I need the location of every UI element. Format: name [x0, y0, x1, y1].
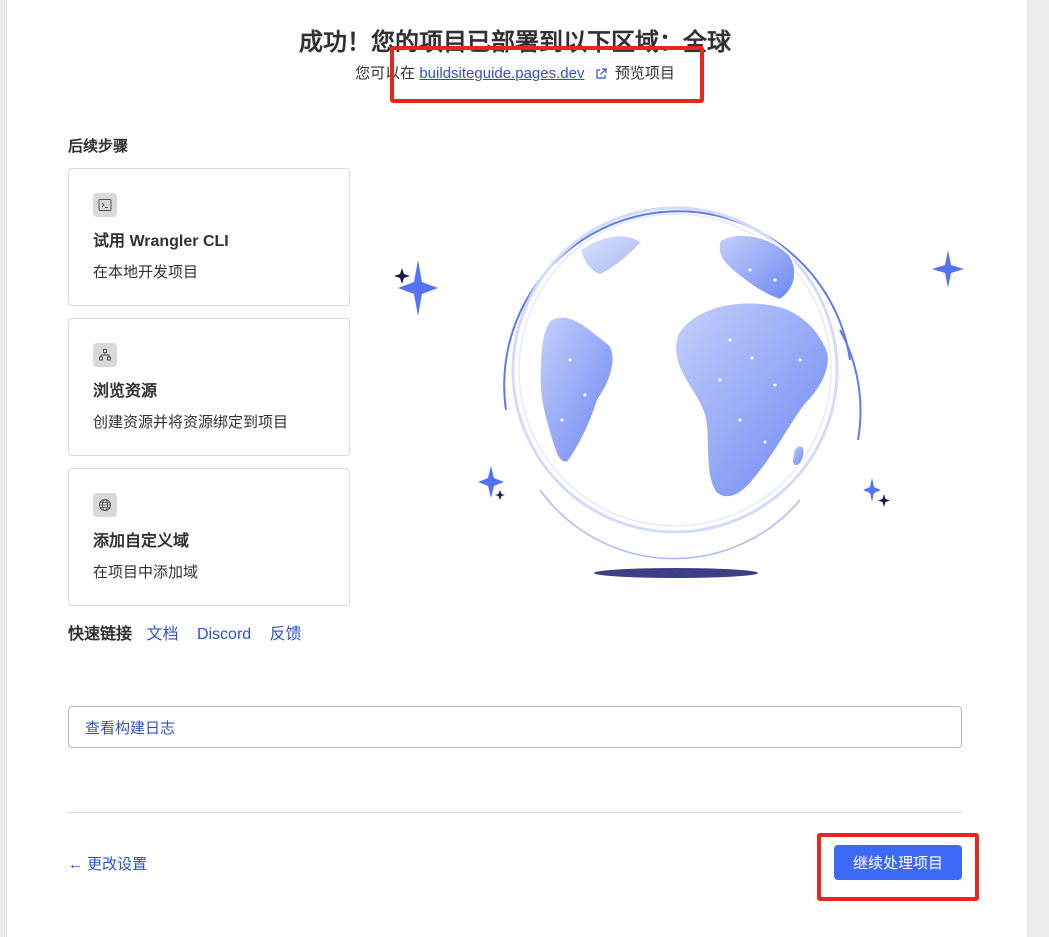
view-build-log-button[interactable]: 查看构建日志	[68, 706, 962, 748]
step-card-resources[interactable]: 浏览资源 创建资源并将资源绑定到项目	[68, 318, 350, 456]
link-feedback[interactable]: 反馈	[270, 626, 302, 643]
step-title: 浏览资源	[93, 383, 158, 400]
link-discord[interactable]: Discord	[197, 626, 251, 643]
change-settings-link[interactable]: ← 更改设置	[68, 853, 147, 874]
highlight-box-url	[390, 46, 704, 103]
step-description: 在项目中添加域	[93, 564, 199, 581]
divider	[68, 812, 962, 813]
globe-icon	[93, 493, 117, 517]
step-description: 在本地开发项目	[93, 264, 199, 281]
step-title: 试用 Wrangler CLI	[93, 233, 229, 250]
step-card-custom-domain[interactable]: 添加自定义域 在项目中添加域	[68, 468, 350, 606]
terminal-icon	[93, 193, 117, 217]
quick-links: 快速链接 文档 Discord 反馈	[68, 620, 316, 644]
step-title: 添加自定义域	[93, 533, 190, 550]
next-steps-heading: 后续步骤	[68, 138, 129, 155]
step-description: 创建资源并将资源绑定到项目	[93, 414, 289, 431]
highlight-box-continue	[817, 833, 979, 901]
globe-illustration	[380, 180, 980, 595]
step-card-wrangler[interactable]: 试用 Wrangler CLI 在本地开发项目	[68, 168, 350, 306]
link-docs[interactable]: 文档	[146, 626, 178, 643]
quick-links-label: 快速链接	[68, 626, 133, 643]
resources-icon	[93, 343, 117, 367]
